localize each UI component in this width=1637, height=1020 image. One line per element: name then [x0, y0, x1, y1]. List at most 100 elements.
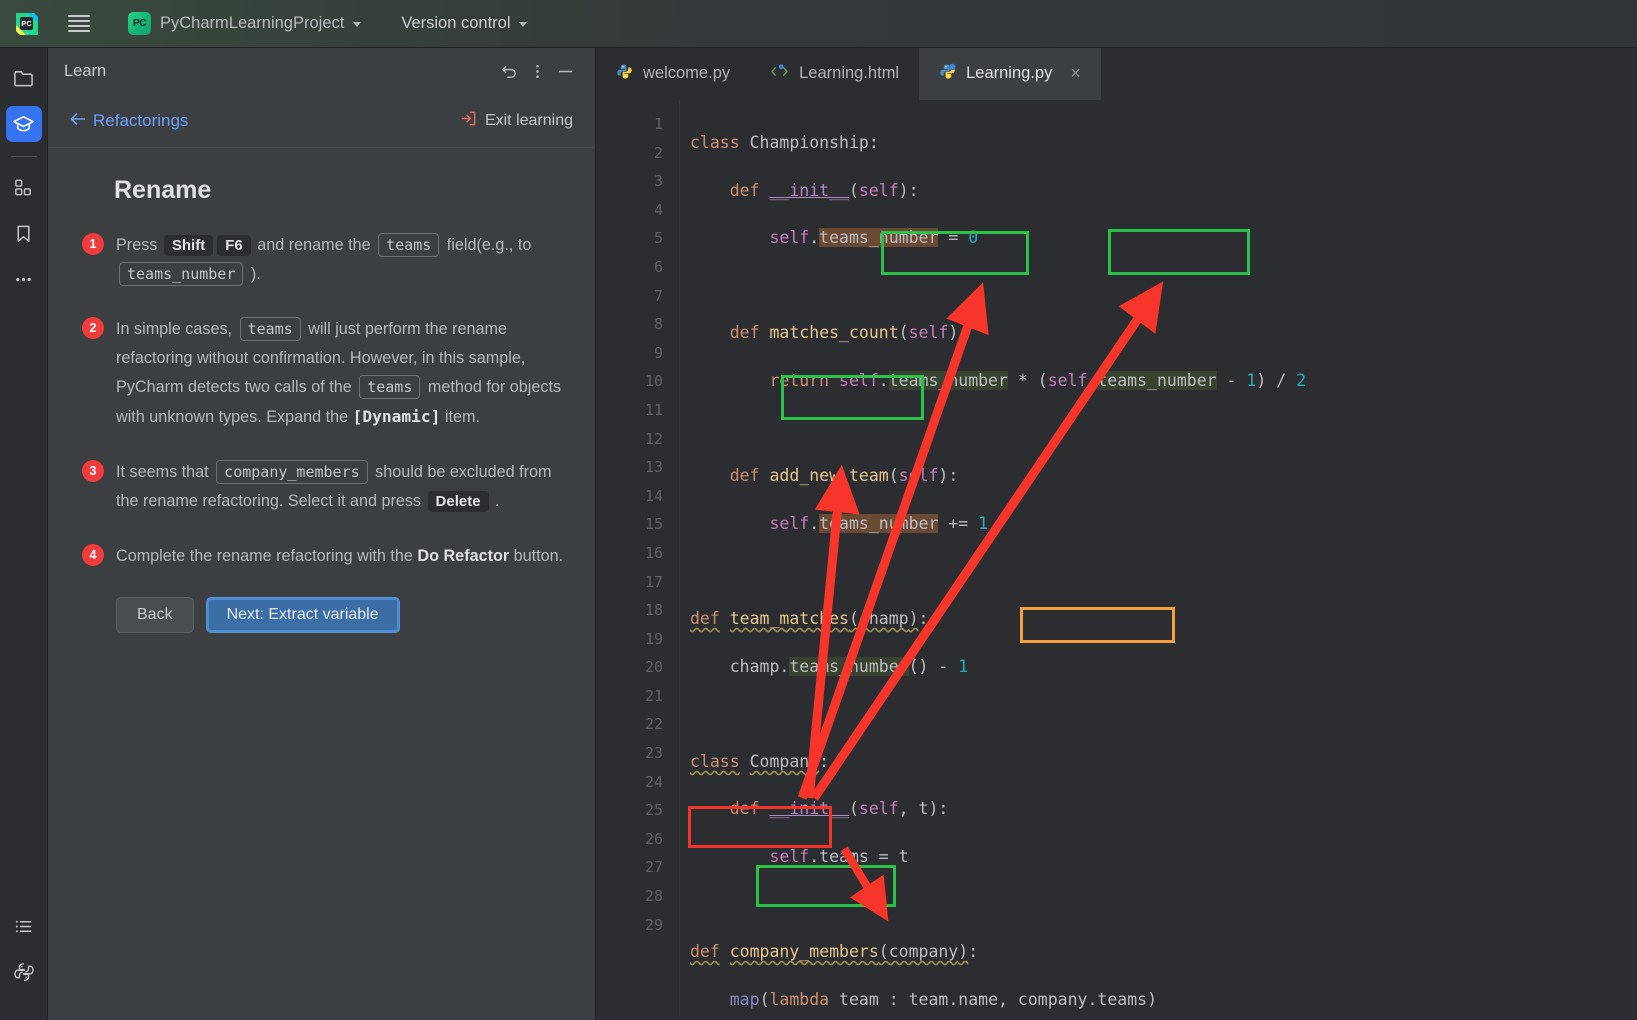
line-number: 10	[644, 372, 663, 391]
code-chip: teams_number	[119, 262, 244, 286]
plain-text: ).	[246, 265, 261, 283]
exit-learning-button[interactable]: Exit learning	[460, 110, 573, 132]
lesson-step: 4 Complete the rename refactoring with th…	[82, 542, 565, 571]
exit-learning-label: Exit learning	[484, 111, 573, 129]
step-text: In simple cases, teams will just perform…	[116, 315, 565, 432]
step-number-badge: 2	[82, 317, 104, 339]
tab-label: Learning.html	[799, 64, 900, 82]
emphasis-text: Do Refactor	[417, 547, 510, 565]
code-line: self.teams = t	[769, 846, 909, 866]
line-number: 17	[644, 572, 663, 591]
project-selector[interactable]: PC PyCharmLearningProject	[122, 8, 367, 39]
project-badge: PC	[128, 12, 151, 35]
code-line: def matches_count(self):	[729, 323, 969, 343]
code-chip: teams	[239, 317, 301, 341]
line-number: 9	[653, 343, 663, 362]
learn-tool-window: Learn Refactorings Exit learning Rename …	[48, 48, 596, 1020]
emphasis-mono-text: [Dynamic]	[352, 407, 441, 426]
tab-welcome-py[interactable]: welcome.py	[596, 48, 750, 100]
step-text: Press Shift F6 and rename the teams field…	[116, 231, 565, 289]
line-number: 25	[644, 801, 663, 820]
back-button[interactable]: Back	[116, 597, 194, 633]
line-number: 7	[653, 286, 663, 305]
line-number: 15	[644, 515, 663, 534]
keyboard-shortcut: Shift	[163, 235, 214, 256]
step-text: Complete the rename refactoring with the…	[116, 542, 565, 571]
line-number: 27	[644, 858, 663, 877]
lesson-step: 1 Press Shift F6 and rename the teams fiel…	[82, 231, 565, 289]
sidebar-item-learn[interactable]	[5, 106, 42, 142]
project-name-label: PyCharmLearningProject	[160, 14, 345, 32]
lesson-buttons: Back Next: Extract variable	[116, 597, 565, 633]
line-number: 13	[644, 458, 663, 477]
line-number: 12	[644, 429, 663, 448]
code-line: def company_members(company):	[690, 942, 979, 962]
line-number: 1	[653, 115, 663, 133]
line-number: 16	[644, 543, 663, 562]
plain-text: field(e.g., to	[442, 236, 532, 254]
plain-text: In simple cases,	[116, 320, 237, 338]
code-line: return self.teams_number * (self.teams_n…	[769, 370, 1307, 390]
line-number: 26	[644, 829, 663, 848]
code-chip: teams	[378, 233, 440, 257]
back-to-refactorings-link[interactable]: Refactorings	[70, 111, 188, 131]
code-line: class Company:	[690, 751, 830, 771]
vertical-ellipsis-icon[interactable]	[523, 57, 551, 85]
minimize-icon[interactable]	[551, 57, 579, 85]
learn-content: Rename 1 Press Shift F6 and rename the tea…	[48, 148, 595, 1020]
tab-learning-py[interactable]: Learning.py ×	[919, 48, 1101, 100]
rail-divider	[10, 156, 37, 157]
code-line: class Championship:	[690, 133, 879, 152]
plain-text: It seems that	[116, 463, 214, 481]
code-chip: teams	[359, 375, 421, 399]
sidebar-item-more[interactable]	[6, 261, 42, 297]
plain-text: Press	[116, 236, 162, 254]
step-number-badge: 3	[82, 460, 104, 482]
sidebar-item-python-console[interactable]	[6, 954, 42, 990]
line-number-gutter: 1 2 3 4 5 6 7 8 9 10 11 12 13 14 15 16 17 18 19 20 21 22 23 24 2…	[596, 100, 680, 1020]
svg-text:PC: PC	[21, 19, 32, 28]
step-number-badge: 1	[82, 233, 104, 255]
tab-label: Learning.py	[966, 64, 1053, 82]
line-number: 6	[653, 257, 663, 276]
code-content[interactable]: class Championship: def __init__(self): …	[680, 100, 1637, 1020]
hamburger-menu-icon[interactable]	[58, 7, 100, 41]
python-file-icon	[939, 63, 956, 85]
line-number: 11	[644, 400, 663, 419]
plain-text: button.	[509, 547, 564, 565]
line-number: 3	[653, 172, 663, 191]
close-icon[interactable]: ×	[1070, 63, 1081, 84]
line-number: 18	[644, 601, 663, 620]
sidebar-item-structure[interactable]	[6, 169, 42, 205]
tab-label: welcome.py	[643, 64, 731, 82]
sidebar-item-project[interactable]	[6, 60, 42, 96]
sidebar-item-bookmarks[interactable]	[6, 215, 42, 251]
line-number: 28	[644, 887, 663, 906]
editor-area: welcome.py Learning.html Learning.py × 1…	[596, 48, 1637, 1020]
title-bar: PC PC PyCharmLearningProject Version con…	[0, 0, 1637, 48]
lesson-step: 3 It seems that company_members should be…	[82, 458, 565, 516]
line-number: 19	[644, 629, 663, 648]
editor-tab-bar: welcome.py Learning.html Learning.py ×	[596, 48, 1637, 100]
version-control-selector[interactable]: Version control	[395, 10, 532, 37]
sidebar-item-todo[interactable]	[6, 908, 42, 944]
tool-window-rail	[0, 48, 48, 1020]
arrow-left-icon	[70, 111, 86, 131]
code-line: def __init__(self):	[729, 180, 919, 200]
line-number: 24	[644, 772, 663, 791]
pycharm-logo-icon: PC	[10, 7, 44, 41]
undo-arrow-icon[interactable]	[495, 57, 523, 85]
step-number-badge: 4	[82, 544, 104, 566]
code-line: def team_matches(champ):	[690, 608, 929, 628]
tab-learning-html[interactable]: Learning.html	[750, 48, 919, 100]
line-number: 23	[644, 744, 663, 763]
code-editor[interactable]: 1 2 3 4 5 6 7 8 9 10 11 12 13 14 15 16 17 18 19 20 21 22 23 24 2…	[596, 100, 1637, 1020]
learn-header: Learn	[48, 48, 595, 94]
line-number: 2	[653, 143, 663, 162]
code-line: def add_new_team(self):	[729, 466, 959, 486]
code-line: map(lambda team : team.name, company.tea…	[729, 989, 1158, 1009]
next-extract-variable-button[interactable]: Next: Extract variable	[205, 597, 400, 633]
